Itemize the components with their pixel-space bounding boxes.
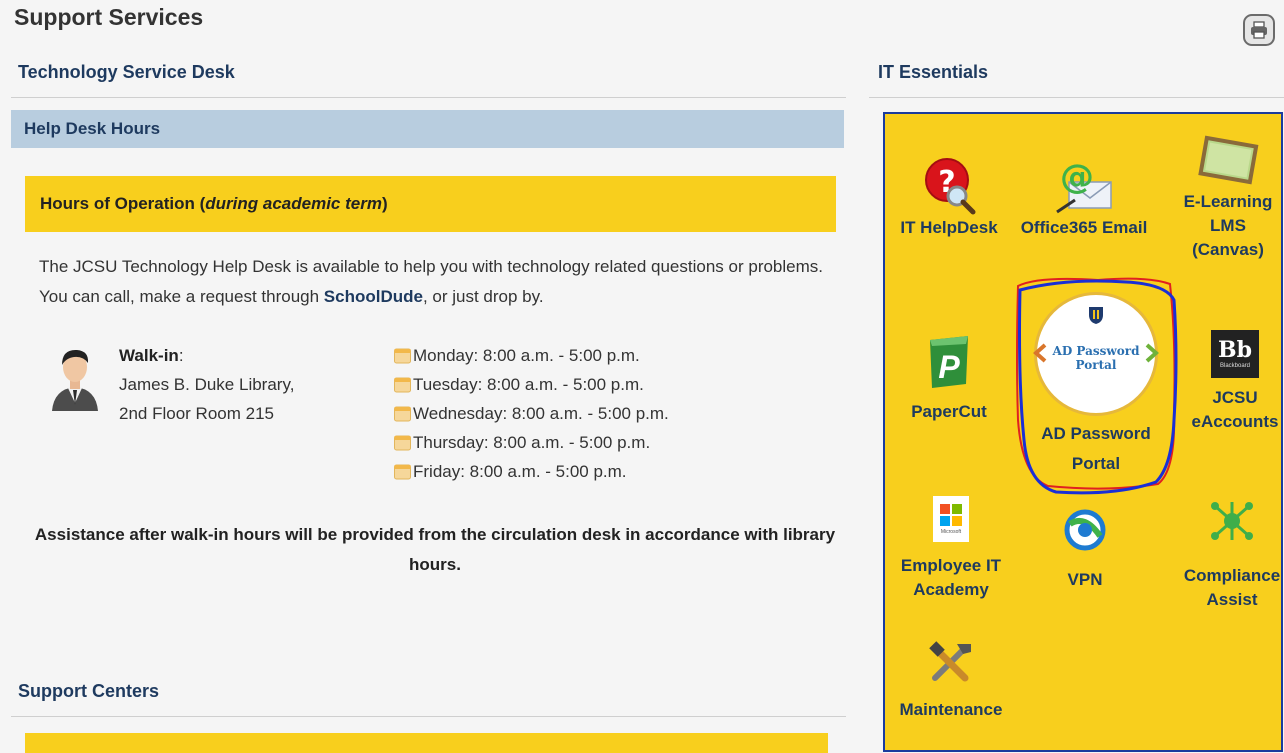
page-title: Support Services bbox=[14, 4, 204, 30]
blackboard-mark: Bb bbox=[1218, 337, 1252, 363]
compliance-network-icon bbox=[1211, 502, 1253, 540]
ad-password-portal-tile[interactable]: AD Password Portal AD Password Portal bbox=[1023, 292, 1169, 476]
hours-row-wednesday: Wednesday: 8:00 a.m. - 5:00 p.m. bbox=[394, 399, 669, 428]
chevron-left-icon bbox=[1033, 343, 1047, 363]
office365-email-label: Office365 Email bbox=[1020, 218, 1148, 237]
compliance-assist-tile[interactable]: Compliance Assist bbox=[1177, 498, 1284, 612]
hours-list: Monday: 8:00 a.m. - 5:00 p.m. Tuesday: 8… bbox=[394, 341, 669, 486]
vpn-label: VPN bbox=[1067, 570, 1103, 589]
chalkboard-icon bbox=[1198, 135, 1259, 185]
it-essentials-heading: IT Essentials bbox=[878, 62, 989, 82]
calendar-icon bbox=[394, 377, 411, 393]
canvas-label: (Canvas) bbox=[1192, 240, 1264, 259]
svg-text:P: P bbox=[938, 349, 960, 385]
hours-monday: Monday: 8:00 a.m. - 5:00 p.m. bbox=[413, 346, 640, 365]
chevron-right-icon bbox=[1145, 343, 1159, 363]
office365-email-tile[interactable]: @ Office365 Email bbox=[1019, 154, 1149, 240]
employee-it-label: Employee IT bbox=[900, 556, 1002, 575]
ad-logo-line-1: AD Password bbox=[1052, 344, 1140, 358]
hours-heading-prefix: Hours of Operation ( bbox=[40, 194, 206, 213]
walk-in-line-2: 2nd Floor Room 215 bbox=[119, 404, 274, 423]
person-avatar-icon bbox=[52, 349, 98, 411]
maintenance-tile[interactable]: Maintenance bbox=[895, 640, 1007, 722]
shield-crest-icon bbox=[1089, 307, 1103, 324]
ad-password-label: AD Password bbox=[1041, 424, 1151, 443]
blackboard-word: Blackboard bbox=[1219, 363, 1251, 369]
calendar-icon bbox=[394, 406, 411, 422]
hours-heading-suffix: ) bbox=[381, 194, 388, 213]
helpdesk-question-icon: ? bbox=[925, 158, 976, 215]
vpn-tile[interactable]: VPN bbox=[1035, 506, 1135, 592]
it-helpdesk-label: IT HelpDesk bbox=[900, 218, 998, 237]
hours-wednesday: Wednesday: 8:00 a.m. - 5:00 p.m. bbox=[413, 404, 669, 423]
email-at-icon: @ bbox=[1056, 157, 1112, 214]
jcsu-eaccounts-tile[interactable]: Bb Blackboard JCSU eAccounts bbox=[1185, 330, 1284, 434]
microsoft-logo: Microsoft bbox=[933, 496, 969, 542]
technology-service-desk-heading: Technology Service Desk bbox=[18, 62, 235, 82]
divider bbox=[869, 97, 1284, 98]
walk-in-label: Walk-in bbox=[119, 346, 179, 365]
papercut-tile[interactable]: P PaperCut bbox=[899, 334, 999, 424]
assistance-note: Assistance after walk-in hours will be p… bbox=[34, 525, 836, 574]
walk-in-line-1: James B. Duke Library, bbox=[119, 375, 295, 394]
support-centers-heading: Support Centers bbox=[18, 681, 160, 701]
hours-thursday: Thursday: 8:00 a.m. - 5:00 p.m. bbox=[413, 433, 651, 452]
blackboard-logo: Bb Blackboard bbox=[1211, 330, 1259, 378]
print-button[interactable] bbox=[1243, 14, 1275, 46]
support-centers-bar[interactable] bbox=[25, 733, 828, 753]
microsoft-word: Microsoft bbox=[940, 528, 962, 535]
hours-row-friday: Friday: 8:00 a.m. - 5:00 p.m. bbox=[394, 457, 669, 486]
ad-logo-line-2: Portal bbox=[1075, 358, 1117, 372]
walk-in-colon: : bbox=[178, 346, 184, 365]
hours-friday: Friday: 8:00 a.m. - 5:00 p.m. bbox=[413, 462, 627, 481]
e-learning-lms-tile[interactable]: E-Learning LMS (Canvas) bbox=[1173, 134, 1283, 262]
hours-tuesday: Tuesday: 8:00 a.m. - 5:00 p.m. bbox=[413, 375, 644, 394]
papercut-label: PaperCut bbox=[911, 402, 987, 421]
divider bbox=[11, 716, 846, 717]
vpn-globe-icon bbox=[1064, 509, 1106, 551]
calendar-icon bbox=[394, 348, 411, 364]
hours-heading-italic: during academic term bbox=[205, 194, 382, 213]
academy-label: Academy bbox=[913, 580, 989, 599]
help-desk-description: The JCSU Technology Help Desk is availab… bbox=[39, 252, 839, 312]
description-text-end: , or just drop by. bbox=[422, 287, 544, 306]
printer-icon bbox=[1251, 21, 1267, 39]
it-helpdesk-tile[interactable]: ? IT HelpDesk bbox=[899, 154, 999, 240]
e-learning-label: E-Learning bbox=[1183, 192, 1273, 211]
hours-row-tuesday: Tuesday: 8:00 a.m. - 5:00 p.m. bbox=[394, 370, 669, 399]
portal-label: Portal bbox=[1071, 454, 1121, 473]
jcsu-label: JCSU bbox=[1212, 388, 1258, 407]
ad-password-portal-logo: AD Password Portal bbox=[1033, 292, 1159, 416]
it-essentials-panel: ? IT HelpDesk @ Office365 Email E-Learni… bbox=[883, 112, 1283, 752]
tools-icon bbox=[929, 641, 971, 682]
svg-text:@: @ bbox=[1060, 157, 1094, 197]
schooldude-link[interactable]: SchoolDude bbox=[324, 287, 423, 306]
lms-label: LMS bbox=[1210, 216, 1246, 235]
hours-row-monday: Monday: 8:00 a.m. - 5:00 p.m. bbox=[394, 341, 669, 370]
compliance-label: Compliance bbox=[1183, 566, 1281, 585]
hours-row-thursday: Thursday: 8:00 a.m. - 5:00 p.m. bbox=[394, 428, 669, 457]
calendar-icon bbox=[394, 435, 411, 451]
papercut-icon: P bbox=[930, 336, 968, 388]
microsoft-squares-icon bbox=[940, 503, 962, 526]
help-desk-hours-bar[interactable]: Help Desk Hours bbox=[11, 110, 844, 148]
employee-it-academy-tile[interactable]: Microsoft Employee IT Academy bbox=[891, 496, 1011, 602]
divider bbox=[11, 97, 846, 98]
maintenance-label: Maintenance bbox=[899, 700, 1003, 719]
hours-of-operation-heading: Hours of Operation (during academic term… bbox=[25, 176, 836, 232]
walk-in-location: Walk-in: James B. Duke Library, 2nd Floo… bbox=[119, 341, 294, 428]
eaccounts-label: eAccounts bbox=[1191, 412, 1279, 431]
calendar-icon bbox=[394, 464, 411, 480]
assist-label: Assist bbox=[1206, 590, 1258, 609]
